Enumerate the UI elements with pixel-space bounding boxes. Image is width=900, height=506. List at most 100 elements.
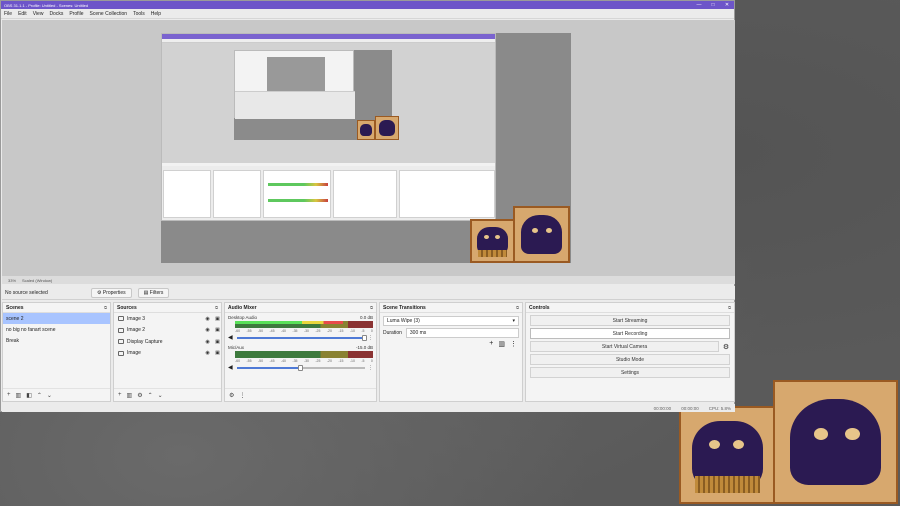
preview-canvas[interactable] (161, 33, 571, 263)
move-up-icon[interactable]: ⌃ (148, 392, 153, 399)
remove-transition-icon[interactable]: ▥ (498, 340, 505, 348)
volume-slider[interactable] (237, 364, 365, 371)
meter-tick-label: -15 (338, 329, 344, 333)
dock-menu-icon[interactable]: ⧉ (516, 305, 519, 310)
menu-view[interactable]: View (33, 11, 44, 17)
scene-filters-icon[interactable]: ◧ (26, 392, 32, 399)
mixer-channel: Desktop Audio 0.0 dB -60 -55 -50 -45 -40 -35 -3… (225, 313, 376, 343)
menu-file[interactable]: File (4, 11, 12, 17)
dock-menu-icon[interactable]: ⧉ (104, 305, 107, 310)
gear-icon: ⚙ (97, 289, 102, 296)
dock-menu-icon[interactable]: ⧉ (370, 305, 373, 310)
mixer-menu-icon[interactable]: ⋮ (239, 392, 245, 399)
dock-menu-icon[interactable]: ⧉ (215, 305, 218, 310)
menu-scene-collection[interactable]: Scene Collection (90, 11, 128, 17)
rec-time: 00:00:00 (653, 405, 672, 411)
menu-tools[interactable]: Tools (133, 11, 145, 17)
channel-db: 0.0 dB (359, 315, 373, 320)
lock-icon[interactable]: ▣ (214, 327, 221, 333)
source-item[interactable]: Image 2 ◉ ▣ (114, 325, 221, 337)
sources-title: Sources (117, 304, 137, 311)
menu-edit[interactable]: Edit (18, 11, 27, 17)
add-transition-icon[interactable]: + (489, 340, 493, 348)
scenes-title: Scenes (6, 304, 24, 311)
mixer-channel: Mic/Aux -15.0 dB -60 -55 -50 -45 -40 -35 -30 -25… (225, 343, 376, 373)
channel-menu-icon[interactable]: ⋮ (368, 335, 373, 341)
meter-tick-label: -45 (269, 359, 275, 363)
move-down-icon[interactable]: ⌄ (47, 392, 52, 399)
settings-button[interactable]: Settings (530, 367, 730, 378)
meter-tick-label: -30 (303, 329, 309, 333)
maximize-icon[interactable]: □ (706, 2, 720, 8)
move-down-icon[interactable]: ⌄ (158, 392, 163, 399)
speaker-icon[interactable]: ◀ (228, 364, 234, 371)
remove-scene-icon[interactable]: ▥ (16, 392, 22, 399)
lock-icon[interactable]: ▣ (214, 339, 221, 345)
source-properties-icon[interactable]: ⚙ (137, 392, 142, 399)
move-up-icon[interactable]: ⌃ (37, 392, 42, 399)
transition-menu-icon[interactable]: ⋮ (510, 340, 517, 348)
cpu-usage: CPU: 5.8% (708, 405, 731, 411)
menu-docks[interactable]: Docks (49, 11, 63, 17)
sources-dock: Sources ⧉ Image 3 ◉ ▣ Image 2 ◉ ▣ Display Cap… (113, 302, 222, 402)
duration-label: Duration (383, 330, 402, 336)
meter-tick-label: -20 (326, 329, 332, 333)
meter-tick-label: -5 (361, 359, 365, 363)
filter-icon: ▤ (143, 289, 149, 296)
meter-tick-label: -30 (303, 359, 309, 363)
speaker-icon[interactable]: ◀ (228, 334, 234, 341)
meter-tick-label: -55 (246, 329, 252, 333)
add-scene-icon[interactable]: + (7, 392, 11, 398)
channel-db: -15.0 dB (355, 345, 373, 350)
scene-item[interactable]: Break (3, 335, 110, 346)
remove-source-icon[interactable]: ▥ (127, 392, 133, 399)
eye-icon[interactable]: ◉ (204, 327, 211, 333)
meter-tick-label: -25 (315, 329, 321, 333)
controls-title: Controls (529, 304, 550, 311)
eye-icon[interactable]: ◉ (204, 339, 211, 345)
eye-icon[interactable]: ◉ (204, 350, 211, 356)
preview-area[interactable] (2, 20, 735, 276)
meter-tick-label: -35 (292, 329, 298, 333)
start-recording-button[interactable]: Start Recording (530, 328, 730, 339)
menu-bar: File Edit View Docks Profile Scene Colle… (1, 9, 734, 19)
scaling-mode[interactable]: Scaled (Window) (22, 278, 52, 283)
properties-button[interactable]: ⚙ Properties (91, 287, 132, 298)
scene-item[interactable]: scene 2 (3, 313, 110, 324)
menu-help[interactable]: Help (151, 11, 161, 17)
volume-slider[interactable] (237, 334, 367, 341)
preview-sprite-cat (513, 206, 570, 263)
audio-mixer-dock: Audio Mixer ⧉ Desktop Audio 0.0 dB -60 -55 -… (224, 302, 377, 402)
no-source-label: No source selected (5, 289, 48, 296)
lock-icon[interactable]: ▣ (214, 350, 221, 356)
start-virtual-camera-button[interactable]: Start Virtual Camera (530, 341, 719, 352)
lock-icon[interactable]: ▣ (214, 316, 221, 322)
source-item[interactable]: Image 3 ◉ ▣ (114, 313, 221, 325)
virtual-camera-settings-icon[interactable]: ⚙ (722, 343, 730, 351)
duration-input[interactable]: 300 ms (405, 328, 519, 338)
source-item[interactable]: Image ◉ ▣ (114, 348, 221, 360)
source-toolbar: No source selected ⚙ Properties ▤ Filter… (2, 286, 735, 300)
close-icon[interactable]: ✕ (720, 2, 734, 8)
desktop-sprite-ghost (679, 406, 776, 504)
controls-dock: Controls ⧉ Start Streaming Start Recordin… (525, 302, 735, 402)
channel-menu-icon[interactable]: ⋮ (368, 365, 373, 371)
minimize-icon[interactable]: — (692, 2, 706, 8)
nested-display-capture (161, 33, 496, 221)
menu-profile[interactable]: Profile (69, 11, 83, 17)
transition-select[interactable]: Luma Wipe (3) ▾ (383, 316, 519, 326)
image-icon (118, 327, 124, 333)
meter-tick-label: -10 (349, 359, 355, 363)
studio-mode-button[interactable]: Studio Mode (530, 354, 730, 365)
zoom-level[interactable]: 33% (8, 278, 16, 283)
filters-button[interactable]: ▤ Filters (137, 287, 170, 298)
eye-icon[interactable]: ◉ (204, 316, 211, 322)
preview-sprite-ghost (470, 219, 515, 263)
start-streaming-button[interactable]: Start Streaming (530, 315, 730, 326)
dock-menu-icon[interactable]: ⧉ (728, 305, 731, 310)
source-item[interactable]: Display Capture ◉ ▣ (114, 336, 221, 348)
mixer-settings-icon[interactable]: ⚙ (229, 392, 234, 399)
scene-item[interactable]: no big no fanart scene (3, 324, 110, 335)
meter-tick-label: -50 (257, 329, 264, 333)
add-source-icon[interactable]: + (118, 392, 122, 398)
